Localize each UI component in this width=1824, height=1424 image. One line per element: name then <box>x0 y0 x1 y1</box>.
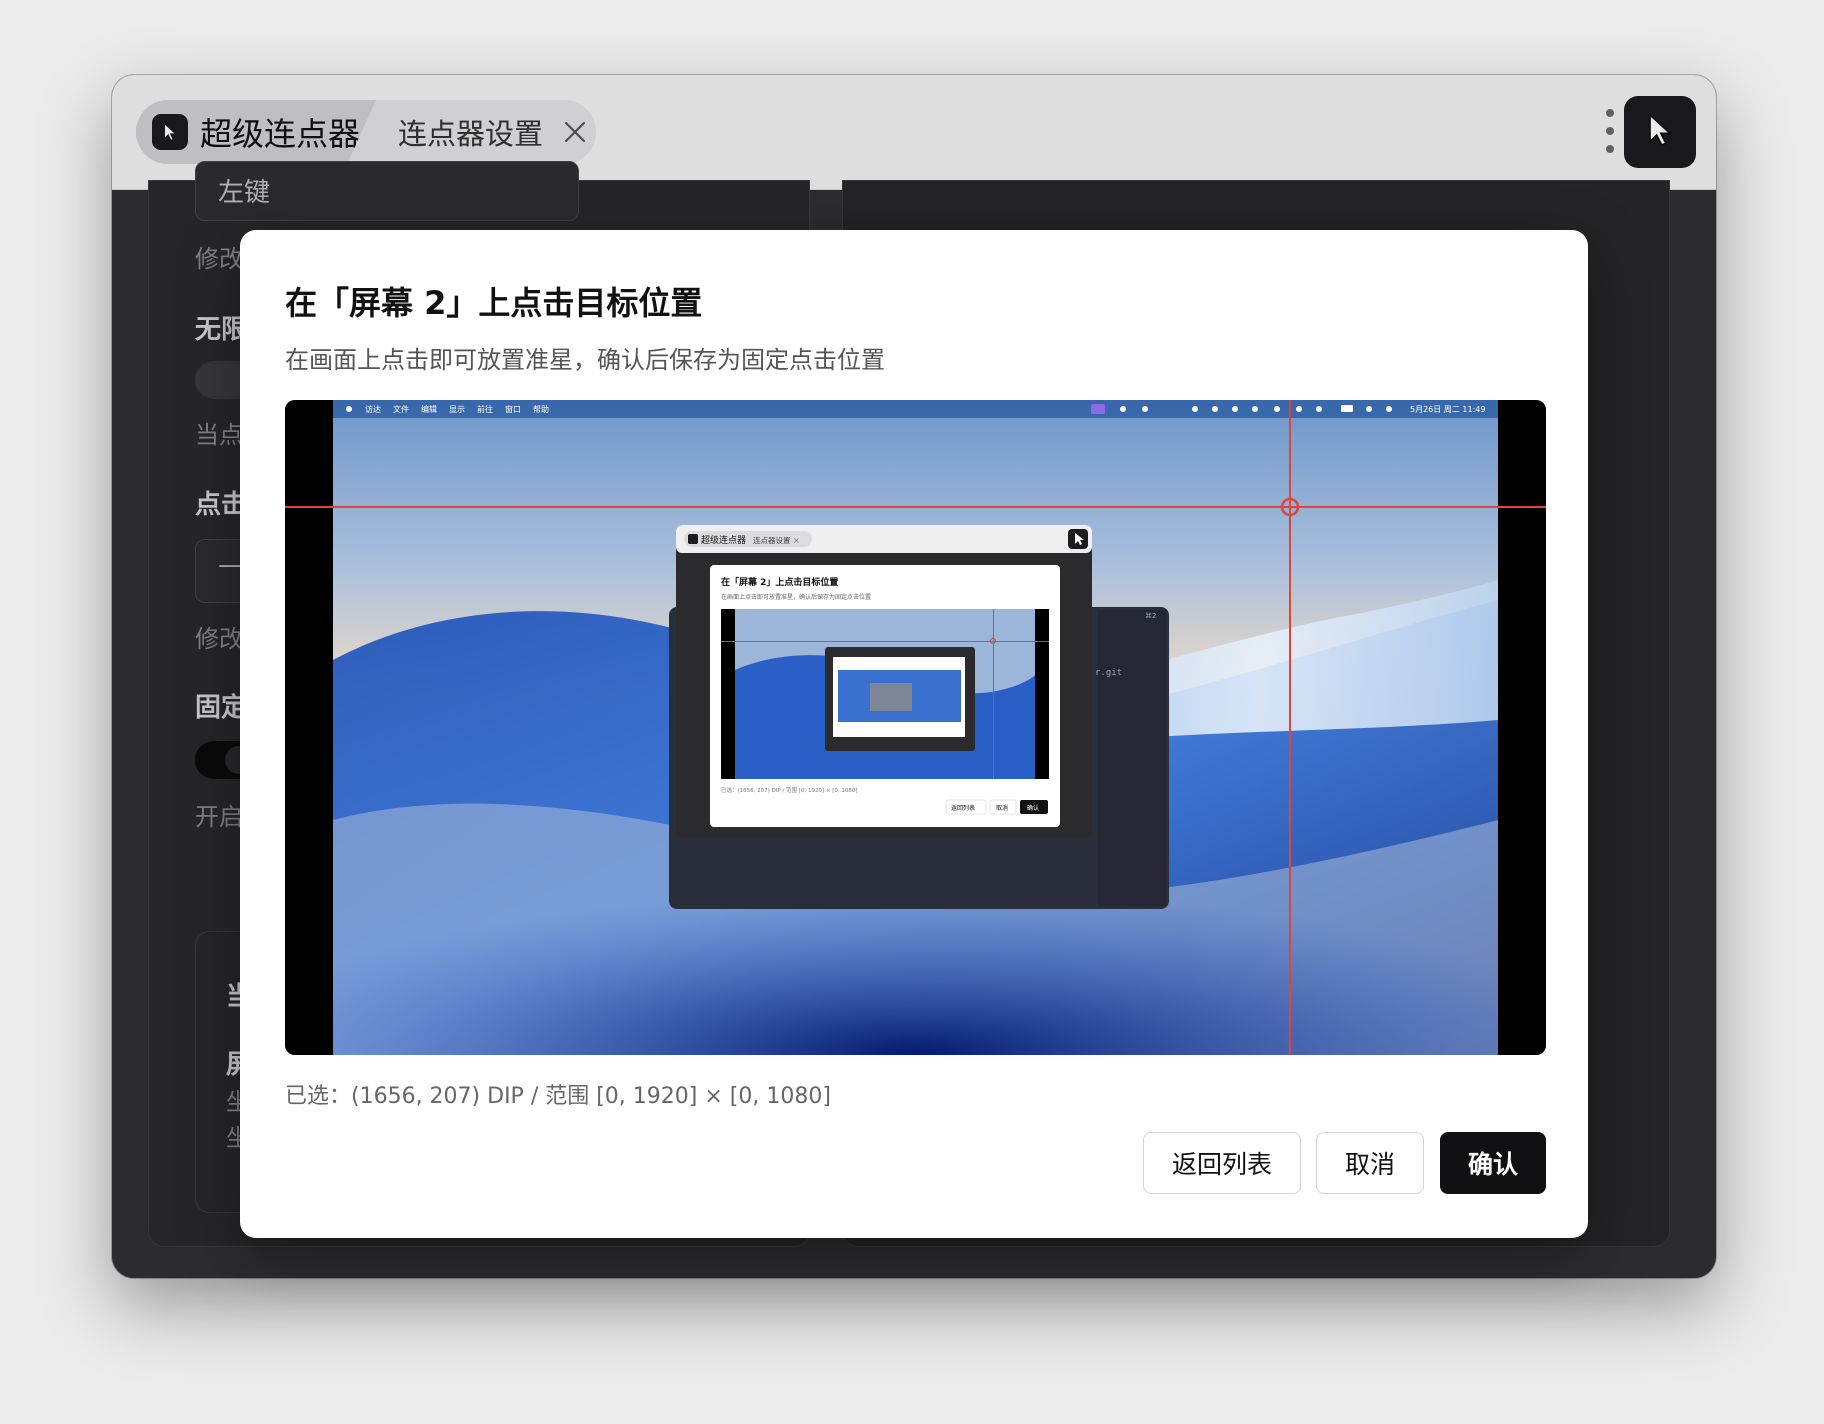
menubar-item: 前往 <box>477 404 493 414</box>
selection-status: 已选：(1656, 207) DIP / 范围 [0, 1920] × [0, … <box>285 1084 831 1109</box>
back-to-list-button[interactable]: 返回列表 <box>1143 1132 1301 1194</box>
nested-app-tab: 超级连点器 <box>701 534 746 546</box>
menubar-item: 帮助 <box>533 404 549 414</box>
nested-status: 已选：(1656, 207) DIP / 范围 [0, 1920] × [0, … <box>721 786 857 794</box>
menubar-item: 显示 <box>449 405 465 414</box>
screen-capture-image: 访达 文件 编辑 显示 前往 窗口 帮助 5月26日 周二 11:49 r.gi… <box>285 400 1546 1055</box>
terminal-tab: ⌘2 <box>1145 612 1156 620</box>
target-picker-dialog: 在「屏幕 2」上点击目标位置 在画面上点击即可放置准星，确认后保存为固定点击位置 <box>240 230 1588 1238</box>
nested-dialog-title: 在「屏幕 2」上点击目标位置 <box>721 576 838 588</box>
menubar-clock: 5月26日 周二 11:49 <box>1410 405 1485 414</box>
screen-preview[interactable]: 访达 文件 编辑 显示 前往 窗口 帮助 5月26日 周二 11:49 r.gi… <box>285 400 1546 1055</box>
terminal-text: r.git <box>1095 668 1122 678</box>
menubar-item: 访达 <box>365 404 381 414</box>
menubar-item: 窗口 <box>505 404 521 414</box>
nested-settings-tab: 连点器设置 <box>753 535 791 545</box>
nested-dialog-subtitle: 在画面上点击即可放置准星，确认后保存为固定点击位置 <box>721 593 871 601</box>
nested-cancel-button: 取消 <box>996 804 1008 812</box>
menubar-item: 文件 <box>393 404 409 414</box>
nested-confirm-button: 确认 <box>1027 804 1039 812</box>
dialog-subtitle: 在画面上点击即可放置准星，确认后保存为固定点击位置 <box>285 346 885 374</box>
menubar-item: 编辑 <box>421 404 437 414</box>
nested-back-button: 返回列表 <box>951 804 975 812</box>
dialog-title: 在「屏幕 2」上点击目标位置 <box>285 284 703 322</box>
svg-text:×: × <box>793 536 800 545</box>
confirm-button[interactable]: 确认 <box>1440 1132 1546 1194</box>
cancel-button[interactable]: 取消 <box>1316 1132 1424 1194</box>
